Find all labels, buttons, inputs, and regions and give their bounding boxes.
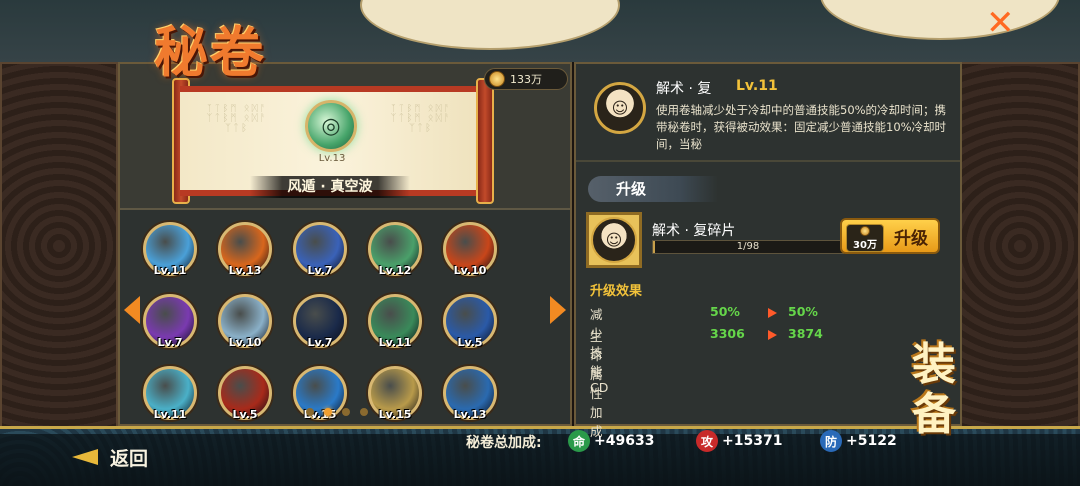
coin-balance: 133万 [484,68,568,90]
skill-level: Lv.13 [453,408,487,421]
progress-text: 1/98 [736,241,760,252]
skill-slot[interactable]: Lv.5 [440,294,500,356]
hp-icon: 命 [568,430,590,452]
fragment-row: ☺ 解术 · 复碎片 1/98 30万 升级 [586,212,954,272]
page-indicator [306,408,368,416]
total-bonus-label: 秘卷总加成: [466,435,542,451]
effect-current: 50% [710,304,740,319]
upgrade-button-label: 升级 [894,228,928,249]
page-title: 秘卷 [154,20,266,84]
scroll-collection-panel: ᛉᛏᛒᛗ ᛟᛞᚨ ᛉᛏᛒᛗ ᛟᛞᚨ ᛉᛏᛒ ᛉᛏᛒᛗ ᛟᛞᚨ ᛉᛏᛒᛗ ᛟᛞᚨ … [118,62,572,426]
page-dot[interactable] [306,408,314,416]
skill-slot[interactable]: Lv.5 [215,366,275,428]
skill-slot[interactable]: Lv.13 [440,366,500,428]
close-icon[interactable]: ✕ [986,6,1020,40]
fragment-icon[interactable]: ☺ [586,212,642,268]
effects-title: 升级效果 [590,284,643,299]
page-title-banner: 秘卷 [146,8,336,92]
effect-next: 50% [788,304,818,319]
skill-level: Lv.7 [157,336,183,349]
upgrade-button[interactable]: 30万 升级 [840,218,940,254]
arrow-right-icon [768,308,777,318]
scroll-name: 解术 · 复 [656,81,712,97]
back-button[interactable]: 返回 [72,442,148,472]
skill-level: Lv.7 [307,336,333,349]
skill-slot[interactable]: Lv.7 [290,222,350,284]
equip-label: 装备 [912,340,1022,440]
skill-level: Lv.13 [228,264,262,277]
left-side-decoration [0,62,118,430]
skill-level: Lv.10 [453,264,487,277]
scroll-level: Lv.11 [736,78,778,94]
back-label: 返回 [110,447,149,470]
equip-label-char: 备 [912,389,956,440]
skill-slot[interactable]: Lv.15 [365,366,425,428]
featured-name: 风遁 · 真空波 [250,176,410,198]
skill-slot[interactable]: Lv.10 [215,294,275,356]
scroll-portrait-icon: ☺ [594,82,646,134]
skill-slot[interactable]: Lv.12 [365,222,425,284]
page-dot[interactable] [360,408,368,416]
skill-level: Lv.11 [378,336,412,349]
next-page-arrow-icon[interactable] [550,296,566,324]
skill-grid: Lv.11 Lv.13 Lv.7 Lv.12 Lv.10 Lv.7 Lv.10 Lv.7 Lv.… [140,222,550,428]
back-arrow-icon [72,446,100,468]
skill-slot[interactable]: Lv.11 [140,366,200,428]
equip-label-char: 装 [912,339,956,390]
hp-bonus: 命 +49633 [568,428,654,454]
fragment-progress-bar: 1/98 [652,240,844,254]
featured-scroll: ᛉᛏᛒᛗ ᛟᛞᚨ ᛉᛏᛒᛗ ᛟᛞᚨ ᛉᛏᛒ ᛉᛏᛒᛗ ᛟᛞᚨ ᛉᛏᛒᛗ ᛟᛞᚨ … [180,86,480,198]
scroll-description: 使用卷轴减少处于冷却中的普通技能50%的冷却时间；携带秘卷时，获得被动效果：固定… [656,103,947,151]
page-dot[interactable] [342,408,350,416]
skill-level: Lv.5 [457,336,483,349]
face-icon: ☺ [591,217,637,263]
skill-level: Lv.11 [153,264,187,277]
skill-slot[interactable]: Lv.11 [140,222,200,284]
coin-amount: 133万 [510,73,542,86]
skill-level: Lv.12 [378,264,412,277]
skill-level: Lv.15 [378,408,412,421]
effect-current: 3306 [710,326,745,341]
fragment-name: 解术 · 复碎片 [652,223,736,239]
effect-label: 生命属性加成 [590,329,603,439]
scroll-script-decoration: ᛉᛏᛒᛗ ᛟᛞᚨ ᛉᛏᛒᛗ ᛟᛞᚨ ᛉᛏᛒ [206,104,268,134]
arrow-right-icon [768,330,777,340]
featured-level: Lv.13 [318,153,346,164]
hp-bonus-value: +49633 [594,433,655,449]
skill-level: Lv.10 [228,336,262,349]
attack-icon: 攻 [696,430,718,452]
scroll-script-decoration: ᛉᛏᛒᛗ ᛟᛞᚨ ᛉᛏᛒᛗ ᛟᛞᚨ ᛉᛏᛒ [390,104,452,134]
wind-vortex-icon[interactable]: ◎ [305,100,357,152]
upgrade-cost-amount: 30万 [853,239,877,251]
effect-next: 3874 [788,326,823,341]
defense-icon: 防 [820,430,842,452]
skill-level: Lv.5 [232,408,258,421]
skill-slot[interactable]: Lv.15 [290,366,350,428]
coin-icon [489,71,505,87]
skill-level: Lv.11 [153,408,187,421]
attack-bonus: 攻 +15371 [696,428,782,454]
upgrade-cost: 30万 [846,224,884,252]
prev-page-arrow-icon[interactable] [124,296,140,324]
face-icon: ☺ [611,98,629,118]
skill-slot[interactable]: Lv.10 [440,222,500,284]
scroll-info-header: ☺ 解术 · 复 Lv.11 使用卷轴减少处于冷却中的普通技能50%的冷却时间；… [576,64,960,162]
defense-bonus-value: +5122 [846,433,897,449]
skill-slot[interactable]: Lv.7 [140,294,200,356]
defense-bonus: 防 +5122 [820,428,897,454]
skill-level: Lv.7 [307,264,333,277]
attack-bonus-value: +15371 [722,433,783,449]
scroll-roller [476,78,494,204]
skill-slot[interactable]: Lv.7 [290,294,350,356]
equip-button[interactable]: 装备 [912,340,1022,470]
page-dot[interactable] [324,408,332,416]
skill-slot[interactable]: Lv.11 [365,294,425,356]
coin-icon [860,225,870,236]
skill-slot[interactable]: Lv.13 [215,222,275,284]
scroll-detail-panel: ☺ 解术 · 复 Lv.11 使用卷轴减少处于冷却中的普通技能50%的冷却时间；… [574,62,962,439]
upgrade-section-title: 升级 [588,176,718,202]
